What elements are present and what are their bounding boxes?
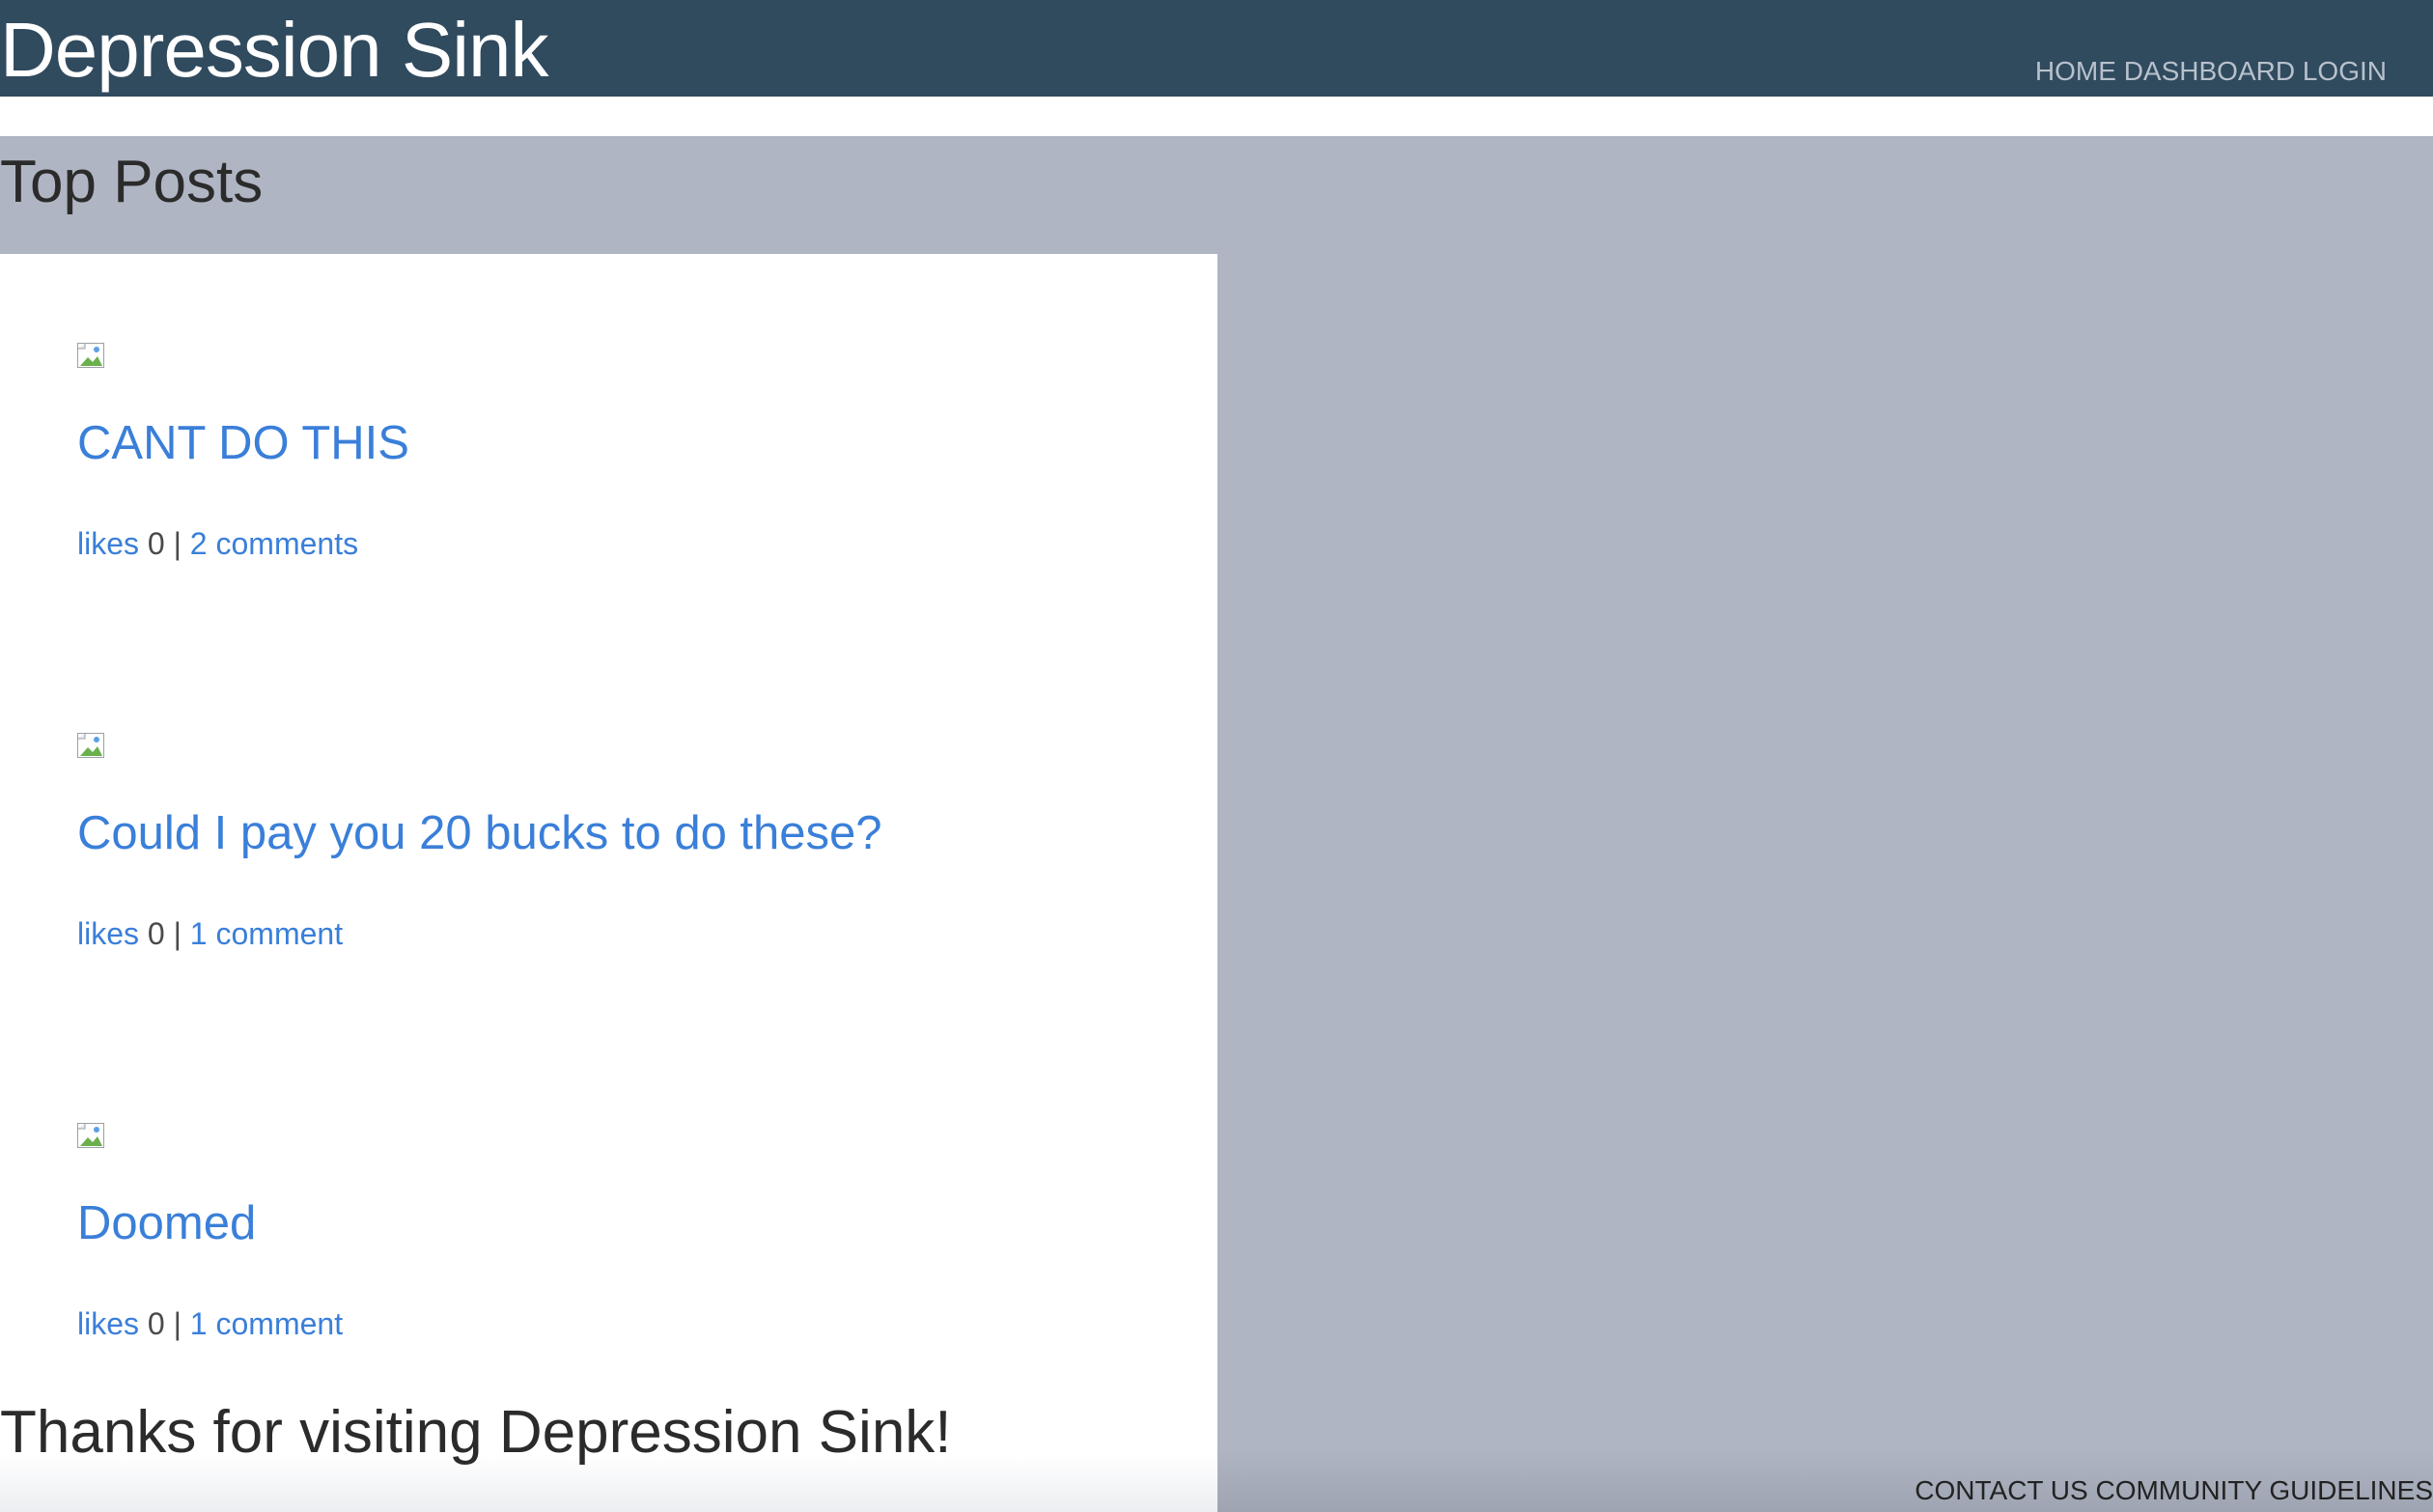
likes-count: 0 <box>147 916 165 951</box>
contact-us-link[interactable]: CONTACT US <box>1915 1475 2087 1505</box>
post-meta: likes 0 | 1 comment <box>77 1306 343 1342</box>
post-card: CANT DO THIS likes 0 | 2 comments <box>0 254 1217 648</box>
likes-count: 0 <box>147 526 165 561</box>
post-card: Could I pay you 20 bucks to do these? li… <box>0 644 1217 1038</box>
footer-links: CONTACT US COMMUNITY GUIDELINES <box>1915 1475 2433 1506</box>
likes-link[interactable]: likes <box>77 1306 139 1341</box>
post-title-link[interactable]: Doomed <box>77 1196 256 1250</box>
comments-link[interactable]: 1 comment <box>190 1306 343 1341</box>
likes-link[interactable]: likes <box>77 916 139 951</box>
post-title-link[interactable]: Could I pay you 20 bucks to do these? <box>77 806 882 860</box>
likes-count: 0 <box>147 1306 165 1341</box>
footer-thanks: Thanks for visiting Depression Sink! <box>0 1399 952 1466</box>
site-header: Depression Sink HOME DASHBOARD LOGIN <box>0 0 2433 97</box>
main-content: Top Posts CANT DO THIS likes 0 | 2 comme… <box>0 136 2433 1512</box>
comments-link[interactable]: 2 comments <box>190 526 358 561</box>
nav-login-link[interactable]: LOGIN <box>2303 56 2387 86</box>
broken-image-icon <box>77 733 104 758</box>
nav-dashboard-link[interactable]: DASHBOARD <box>2124 56 2295 86</box>
post-meta: likes 0 | 1 comment <box>77 916 343 952</box>
post-meta: likes 0 | 2 comments <box>77 526 358 562</box>
post-card: Doomed likes 0 | 1 comment <box>0 1034 1217 1428</box>
site-title: Depression Sink <box>0 7 548 93</box>
likes-link[interactable]: likes <box>77 526 139 561</box>
meta-separator: | <box>173 1306 182 1341</box>
community-guidelines-link[interactable]: COMMUNITY GUIDELINES <box>2095 1475 2433 1505</box>
broken-image-icon <box>77 1123 104 1148</box>
main-nav: HOME DASHBOARD LOGIN <box>2035 56 2387 87</box>
meta-separator: | <box>173 526 182 561</box>
nav-home-link[interactable]: HOME <box>2035 56 2116 86</box>
meta-separator: | <box>173 916 182 951</box>
post-list: CANT DO THIS likes 0 | 2 comments Could … <box>0 254 1217 1512</box>
post-title-link[interactable]: CANT DO THIS <box>77 416 409 470</box>
broken-image-icon <box>77 343 104 368</box>
section-title: Top Posts <box>0 149 264 215</box>
comments-link[interactable]: 1 comment <box>190 916 343 951</box>
